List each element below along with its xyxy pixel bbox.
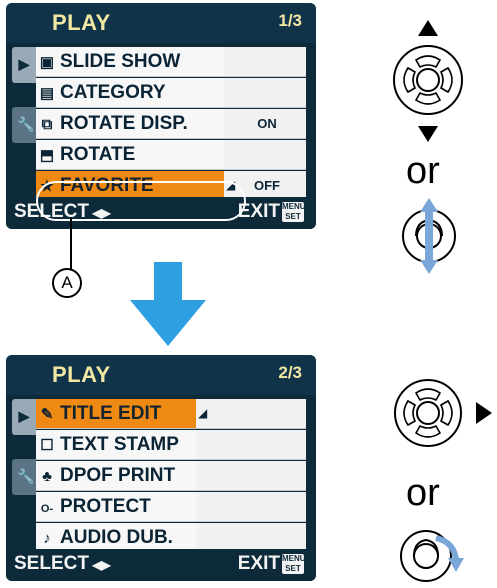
menu-item-label: CATEGORY xyxy=(60,82,166,103)
menu-tabs: ▶ 🔧 xyxy=(12,399,36,549)
down-arrow-icon xyxy=(130,262,206,346)
text-stamp-icon: ☐ xyxy=(40,437,54,454)
menu-item-value xyxy=(228,399,306,428)
menu-item-label: PROTECT xyxy=(60,496,151,517)
menu-item-label: DPOF PRINT xyxy=(60,465,176,486)
rotate-disp-icon: ⧉ xyxy=(41,116,53,133)
menu-item-text-stamp[interactable]: ☐ TEXT STAMP xyxy=(36,430,306,460)
menu-item-label: AUDIO DUB. xyxy=(60,527,173,548)
menu-item-value xyxy=(228,492,306,521)
menu-item-rotate-disp[interactable]: ⧉ ROTATE DISP. ON xyxy=(36,109,306,139)
menu-item-rotate[interactable]: ⬒ ROTATE xyxy=(36,140,306,170)
tab-play[interactable]: ▶ xyxy=(12,47,36,83)
menu-footer: SELECT ◀▶ EXIT MENU SET xyxy=(6,549,316,581)
menu-item-value: ON xyxy=(257,116,277,131)
wrench-icon: 🔧 xyxy=(17,468,35,484)
dpof-print-icon: ♣ xyxy=(42,468,52,485)
page-title: PLAY xyxy=(52,10,111,35)
category-icon: ▤ xyxy=(39,85,55,102)
footer-exit-label: EXIT xyxy=(237,553,280,574)
menu-list: ✎ TITLE EDIT ◢ ☐ TEXT STAMP ♣ DPOF PRINT O-… xyxy=(36,399,306,554)
page-number: 1/3 xyxy=(278,11,302,30)
play-icon: ▶ xyxy=(18,56,30,72)
page-title: PLAY xyxy=(52,362,111,387)
protect-icon: O- xyxy=(40,503,54,515)
page-number: 2/3 xyxy=(278,363,302,382)
cursor-up-down-icon xyxy=(393,20,463,142)
menu-item-value xyxy=(228,523,306,552)
menu-item-value xyxy=(228,430,306,459)
menu-item-protect[interactable]: O- PROTECT xyxy=(36,492,306,522)
rotate-icon: ⬒ xyxy=(39,147,55,164)
left-right-arrows-icon: ◀▶ xyxy=(88,558,111,572)
bottom-menu-screen: PLAY 2/3 ▶ 🔧 ✎ TITLE EDIT ◢ ☐ TEXT STAMP ♣… xyxy=(6,355,316,581)
play-icon: ▶ xyxy=(18,408,30,424)
menu-item-label: TITLE EDIT xyxy=(60,403,162,424)
top-menu-screen: PLAY 1/3 ▶ 🔧 ▣ SLIDE SHOW ▤ CATEGORY ⧉ ROTA… xyxy=(6,3,316,229)
menu-item-value xyxy=(228,140,306,169)
menu-header: PLAY 2/3 xyxy=(6,355,316,395)
jog-dial-vertical-icon xyxy=(402,198,456,274)
or-label: or xyxy=(406,150,440,192)
cursor-right-icon xyxy=(394,379,492,447)
menu-item-label: ROTATE DISP. xyxy=(60,113,188,134)
callout-marker: A xyxy=(52,268,82,298)
or-label: or xyxy=(406,472,440,514)
jog-dial-press-icon xyxy=(400,530,464,582)
menu-header: PLAY 1/3 xyxy=(6,3,316,43)
menu-set-badge: MENU SET xyxy=(282,201,306,222)
menu-list: ▣ SLIDE SHOW ▤ CATEGORY ⧉ ROTATE DISP. ON ⬒… xyxy=(36,47,306,202)
tab-setup[interactable]: 🔧 xyxy=(12,107,36,143)
menu-item-label: TEXT STAMP xyxy=(60,434,179,455)
menu-item-label: SLIDE SHOW xyxy=(60,51,181,72)
title-edit-icon: ✎ xyxy=(40,406,54,423)
menu-item-value xyxy=(228,461,306,490)
favorite-callout-ring xyxy=(36,181,246,221)
menu-item-category[interactable]: ▤ CATEGORY xyxy=(36,78,306,108)
menu-item-value xyxy=(228,78,306,107)
footer-select-label: SELECT xyxy=(14,553,89,574)
menu-item-value xyxy=(228,47,306,76)
wrench-icon: 🔧 xyxy=(17,116,35,132)
tab-play[interactable]: ▶ xyxy=(12,399,36,435)
submenu-arrow-icon: ◢ xyxy=(198,406,208,420)
callout-leader-line xyxy=(70,218,72,270)
menu-item-label: ROTATE xyxy=(60,144,136,165)
slide-show-icon: ▣ xyxy=(39,54,55,71)
menu-item-title-edit[interactable]: ✎ TITLE EDIT ◢ xyxy=(36,399,306,429)
menu-tabs: ▶ 🔧 xyxy=(12,47,36,197)
tab-setup[interactable]: 🔧 xyxy=(12,459,36,495)
menu-item-dpof-print[interactable]: ♣ DPOF PRINT xyxy=(36,461,306,491)
audio-dub-icon: ♪ xyxy=(43,530,51,547)
menu-set-badge: MENU SET xyxy=(282,553,306,574)
menu-item-slide-show[interactable]: ▣ SLIDE SHOW xyxy=(36,47,306,77)
